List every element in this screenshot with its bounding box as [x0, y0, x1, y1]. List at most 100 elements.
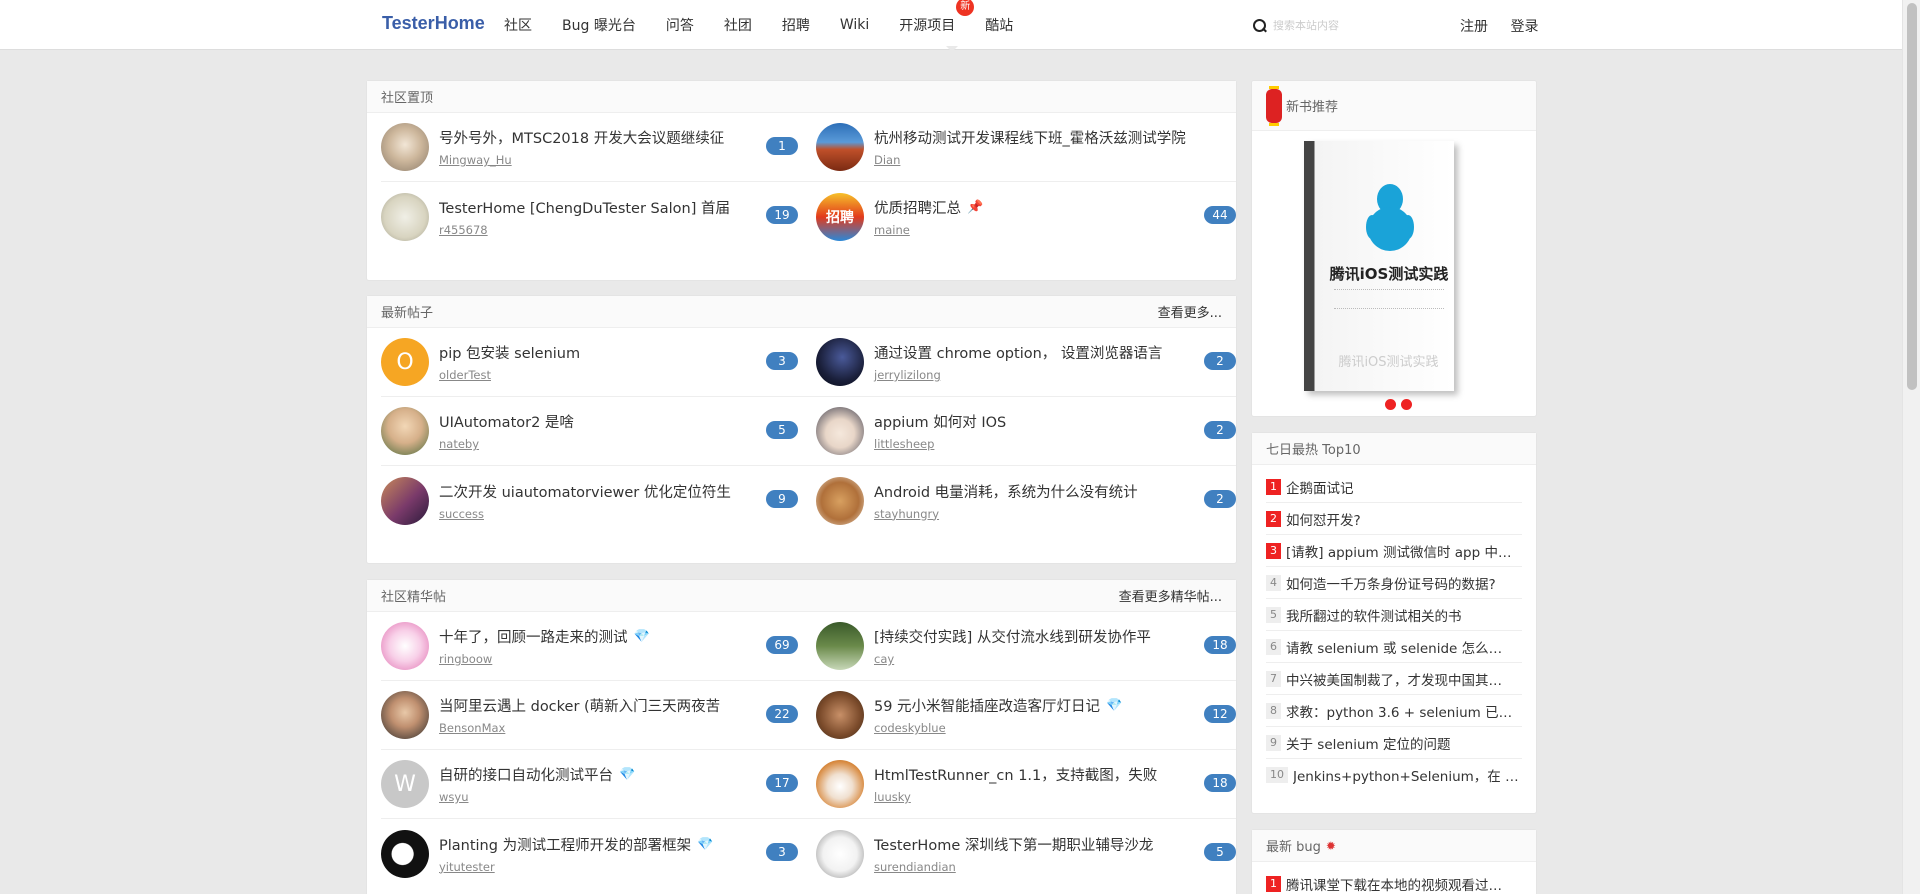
nav-community[interactable]: 社区 — [504, 15, 532, 35]
avatar[interactable] — [816, 338, 864, 386]
avatar[interactable] — [816, 829, 864, 878]
hot-item[interactable]: 1 企鹅面试记 — [1266, 471, 1522, 503]
topic-title[interactable]: Planting 为测试工程师开发的部署框架 — [439, 834, 691, 855]
hot-item-title[interactable]: 企鹅面试记 — [1286, 477, 1354, 497]
avatar[interactable] — [381, 123, 429, 171]
topic-user[interactable]: Mingway_Hu — [439, 153, 816, 167]
hot-item-title[interactable]: 求教：python 3.6 + selenium 已… — [1286, 701, 1512, 721]
nav-wiki[interactable]: Wiki — [840, 17, 869, 33]
nav-clubs[interactable]: 社团 — [724, 15, 752, 35]
hot-item-title[interactable]: 请教 selenium 或 selenide 怎么… — [1286, 637, 1502, 657]
carousel-dot[interactable] — [1401, 399, 1412, 410]
login-link[interactable]: 登录 — [1510, 19, 1538, 35]
avatar[interactable] — [381, 476, 429, 525]
topic-user[interactable]: littlesheep — [874, 437, 1236, 451]
book-cover[interactable]: 腾讯iOS测试实践 腾讯iOS测试实践 — [1304, 141, 1454, 391]
hot-item-title[interactable]: Jenkins+python+Selenium，在 … — [1293, 765, 1519, 785]
topic-title[interactable]: [持续交付实践] 从交付流水线到研发协作平 — [874, 626, 1151, 647]
topic-user[interactable]: success — [439, 507, 816, 521]
topic-item[interactable]: 当阿里云遇上 docker (萌新入门三天两夜苦 BensonMax 22 — [381, 681, 816, 750]
avatar[interactable] — [816, 760, 864, 808]
avatar[interactable] — [381, 407, 429, 455]
avatar[interactable] — [381, 829, 429, 878]
avatar[interactable] — [816, 123, 864, 171]
hot-item[interactable]: 4 如何造一千万条身份证号码的数据? — [1266, 567, 1522, 599]
topic-user[interactable]: nateby — [439, 437, 816, 451]
topic-user[interactable]: jerrylizilong — [874, 368, 1236, 382]
topic-item[interactable]: Android 电量消耗，系统为什么没有统计 stayhungry 2 — [816, 466, 1236, 535]
topic-user[interactable]: stayhungry — [874, 507, 1236, 521]
hot-item[interactable]: 5 我所翻过的软件测试相关的书 — [1266, 599, 1522, 631]
hot-item[interactable]: 6 请教 selenium 或 selenide 怎么… — [1266, 631, 1522, 663]
topic-user[interactable]: wsyu — [439, 790, 816, 804]
topic-item[interactable]: UIAutomator2 是啥 nateby 5 — [381, 397, 816, 466]
avatar[interactable] — [816, 691, 864, 739]
nav-jobs[interactable]: 招聘 — [782, 15, 810, 35]
topic-item[interactable]: 十年了，回顾一路走来的测试 💎 ringboow 69 — [381, 612, 816, 681]
topic-item[interactable]: 杭州移动测试开发课程线下班_霍格沃兹测试学院 Dian — [816, 113, 1236, 182]
topic-title[interactable]: TesterHome 深圳线下第一期职业辅导沙龙 — [874, 834, 1153, 855]
topic-user[interactable]: yitutester — [439, 860, 816, 874]
hot-item-title[interactable]: [请教] appium 测试微信时 app 中… — [1286, 541, 1511, 561]
topic-user[interactable]: surendiandian — [874, 860, 1236, 874]
bug-item-title[interactable]: 腾讯课堂下载在本地的视频观看过… — [1286, 874, 1502, 894]
topic-user[interactable]: ringboow — [439, 652, 816, 666]
topic-user[interactable]: codeskyblue — [874, 721, 1236, 735]
hot-item[interactable]: 3 [请教] appium 测试微信时 app 中… — [1266, 535, 1522, 567]
hot-item-title[interactable]: 我所翻过的软件测试相关的书 — [1286, 605, 1462, 625]
topic-item[interactable]: TesterHome 深圳线下第一期职业辅导沙龙 surendiandian 5 — [816, 819, 1236, 888]
topic-title[interactable]: TesterHome [ChengDuTester Salon] 首届 — [439, 197, 730, 218]
topic-user[interactable]: Dian — [874, 153, 1236, 167]
topic-user[interactable]: BensonMax — [439, 721, 816, 735]
topic-title[interactable]: pip 包安装 selenium — [439, 342, 580, 363]
hot-item-title[interactable]: 中兴被美国制裁了，才发现中国其… — [1286, 669, 1502, 689]
avatar[interactable] — [816, 476, 864, 525]
topic-title[interactable]: 号外号外，MTSC2018 开发大会议题继续征 — [439, 127, 724, 148]
topic-title[interactable]: appium 如何对 IOS — [874, 411, 1006, 432]
nav-qa[interactable]: 问答 — [666, 15, 694, 35]
topic-title[interactable]: UIAutomator2 是啥 — [439, 411, 574, 432]
topic-item[interactable]: O pip 包安装 selenium olderTest 3 — [381, 328, 816, 397]
topic-title[interactable]: HtmlTestRunner_cn 1.1，支持截图，失败 — [874, 764, 1157, 785]
hot-item[interactable]: 8 求教：python 3.6 + selenium 已… — [1266, 695, 1522, 727]
hot-item-title[interactable]: 如何造一千万条身份证号码的数据? — [1286, 573, 1496, 593]
bug-item[interactable]: 1 腾讯课堂下载在本地的视频观看过… — [1266, 868, 1522, 894]
page-scrollbar[interactable] — [1902, 0, 1920, 894]
brand-logo[interactable]: TesterHome — [382, 13, 485, 34]
topic-item[interactable]: appium 如何对 IOS littlesheep 2 — [816, 397, 1236, 466]
nav-cool-sites[interactable]: 酷站 — [985, 15, 1013, 35]
topic-user[interactable]: olderTest — [439, 368, 816, 382]
topic-title[interactable]: 当阿里云遇上 docker (萌新入门三天两夜苦 — [439, 695, 720, 716]
hot-item[interactable]: 10 Jenkins+python+Selenium，在 … — [1266, 759, 1522, 791]
topic-title[interactable]: Android 电量消耗，系统为什么没有统计 — [874, 481, 1138, 502]
topic-item[interactable]: 59 元小米智能插座改造客厅灯日记 💎 codeskyblue 12 — [816, 681, 1236, 750]
search-icon[interactable] — [1253, 19, 1267, 33]
topic-user[interactable]: maine — [874, 223, 1236, 237]
topic-title[interactable]: 通过设置 chrome option， 设置浏览器语言 — [874, 342, 1162, 363]
nav-opensource[interactable]: 开源项目 新 — [899, 0, 975, 35]
hot-item-title[interactable]: 关于 selenium 定位的问题 — [1286, 733, 1451, 753]
topic-title[interactable]: 59 元小米智能插座改造客厅灯日记 — [874, 695, 1100, 716]
avatar[interactable]: O — [381, 338, 429, 386]
avatar[interactable] — [816, 622, 864, 670]
carousel-dot[interactable] — [1385, 399, 1396, 410]
more-link[interactable]: 查看更多精华帖... — [1119, 586, 1222, 605]
topic-title[interactable]: 十年了，回顾一路走来的测试 — [439, 626, 628, 647]
topic-title[interactable]: 二次开发 uiautomatorviewer 优化定位符生 — [439, 481, 731, 502]
register-link[interactable]: 注册 — [1460, 19, 1488, 35]
topic-title[interactable]: 自研的接口自动化测试平台 — [439, 764, 613, 785]
topic-user[interactable]: r455678 — [439, 223, 816, 237]
topic-item[interactable]: HtmlTestRunner_cn 1.1，支持截图，失败 luusky 18 — [816, 750, 1236, 819]
hot-item-title[interactable]: 如何怼开发? — [1286, 509, 1361, 529]
topic-item[interactable]: TesterHome [ChengDuTester Salon] 首届 r455… — [381, 182, 816, 251]
hot-item[interactable]: 2 如何怼开发? — [1266, 503, 1522, 535]
hot-item[interactable]: 7 中兴被美国制裁了，才发现中国其… — [1266, 663, 1522, 695]
avatar[interactable] — [816, 407, 864, 455]
topic-item[interactable]: 号外号外，MTSC2018 开发大会议题继续征 Mingway_Hu 1 — [381, 113, 816, 182]
avatar[interactable] — [381, 691, 429, 739]
avatar[interactable]: 招聘 — [816, 192, 864, 241]
avatar[interactable] — [381, 622, 429, 670]
topic-item[interactable]: [持续交付实践] 从交付流水线到研发协作平 cay 18 — [816, 612, 1236, 681]
avatar[interactable] — [381, 192, 429, 241]
topic-item[interactable]: W 自研的接口自动化测试平台 💎 wsyu 17 — [381, 750, 816, 819]
